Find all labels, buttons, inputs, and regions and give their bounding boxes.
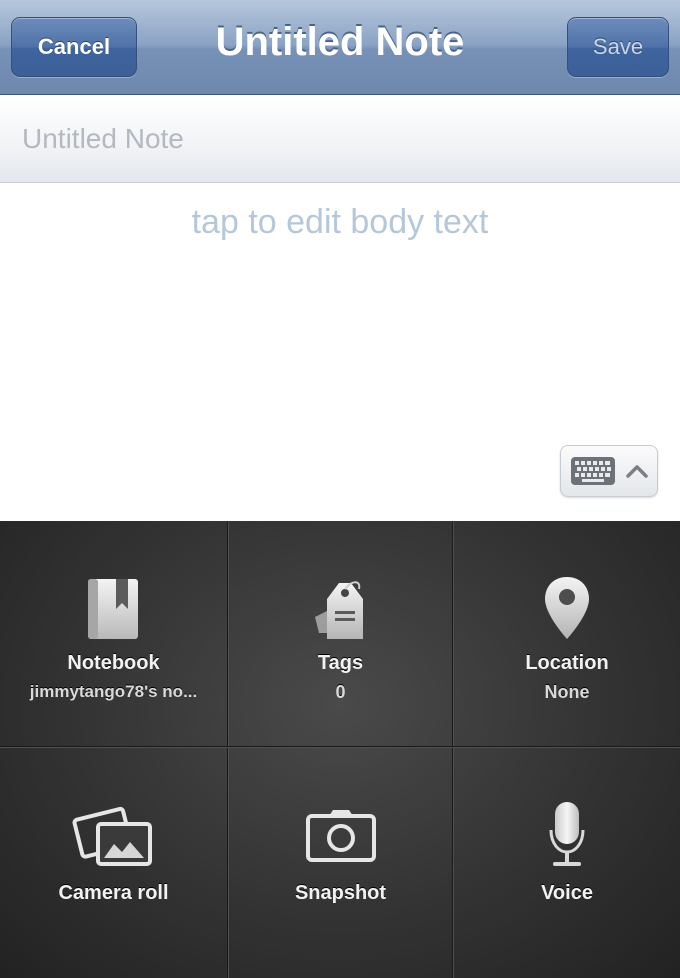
tags-label: Tags (317, 652, 364, 674)
tags-count: 0 (335, 682, 346, 702)
photos-icon (72, 804, 156, 875)
note-options-grid: Notebook jimmytango78's no... Tags 0 Loc… (0, 521, 680, 978)
chevron-up-icon (626, 464, 648, 478)
keyboard-toggle-button[interactable] (560, 445, 658, 497)
location-value: None (544, 682, 590, 702)
location-label: Location (525, 652, 609, 674)
new-note-screen: Cancel Untitled Note Save tap to edit bo… (0, 0, 680, 978)
tags-option[interactable]: Tags 0 (229, 521, 452, 746)
cancel-button[interactable]: Cancel (11, 17, 137, 77)
note-body-area[interactable]: tap to edit body text (0, 183, 680, 521)
navigation-bar: Cancel Untitled Note Save (0, 0, 680, 95)
location-option[interactable]: Location None (454, 521, 680, 746)
location-pin-icon (543, 575, 591, 646)
notebook-icon (86, 577, 142, 646)
notebook-value: jimmytango78's no... (29, 682, 198, 701)
save-button[interactable]: Save (567, 17, 669, 77)
voice-label: Voice (541, 882, 593, 904)
notebook-option[interactable]: Notebook jimmytango78's no... (0, 521, 227, 746)
camera-roll-option[interactable]: Camera roll (0, 748, 227, 978)
voice-option[interactable]: Voice (454, 748, 680, 978)
camera-roll-label: Camera roll (58, 882, 169, 904)
body-placeholder-text[interactable]: tap to edit body text (0, 203, 680, 242)
tag-icon (309, 577, 373, 648)
microphone-icon (547, 800, 587, 875)
snapshot-option[interactable]: Snapshot (229, 748, 452, 978)
page-title: Untitled Note (215, 20, 465, 64)
camera-icon (305, 808, 377, 869)
note-title-field (0, 95, 680, 183)
note-title-input[interactable] (22, 121, 642, 157)
keyboard-icon (570, 456, 616, 486)
snapshot-label: Snapshot (294, 882, 387, 904)
notebook-label: Notebook (67, 652, 160, 674)
